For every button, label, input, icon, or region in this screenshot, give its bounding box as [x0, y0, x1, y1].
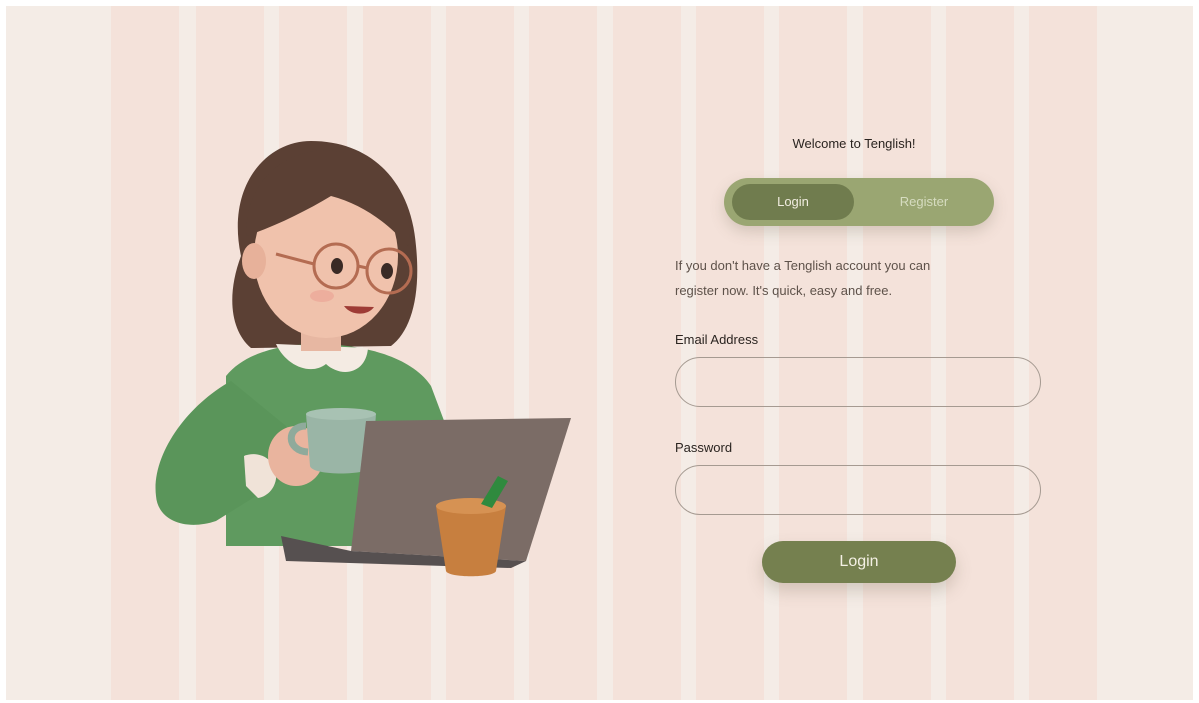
email-field[interactable]	[675, 357, 1041, 407]
login-button[interactable]: Login	[762, 541, 956, 583]
intro-line-1: If you don't have a Tenglish account you…	[675, 258, 931, 273]
intro-text: If you don't have a Tenglish account you…	[675, 253, 975, 303]
email-label: Email Address	[675, 332, 759, 347]
welcome-heading: Welcome to Tenglish!	[792, 136, 916, 151]
password-label: Password	[675, 440, 733, 455]
intro-line-2: register now. It's quick, easy and free.	[675, 283, 893, 298]
login-page: Welcome to Tenglish! Login Register If y…	[6, 6, 1193, 700]
auth-tab-switcher: Login Register	[724, 178, 994, 226]
tab-register[interactable]: Register	[862, 184, 986, 220]
password-field[interactable]	[675, 465, 1041, 515]
tab-login[interactable]: Login	[732, 184, 854, 220]
girl-with-laptop-and-coffee-illustration	[155, 141, 571, 577]
